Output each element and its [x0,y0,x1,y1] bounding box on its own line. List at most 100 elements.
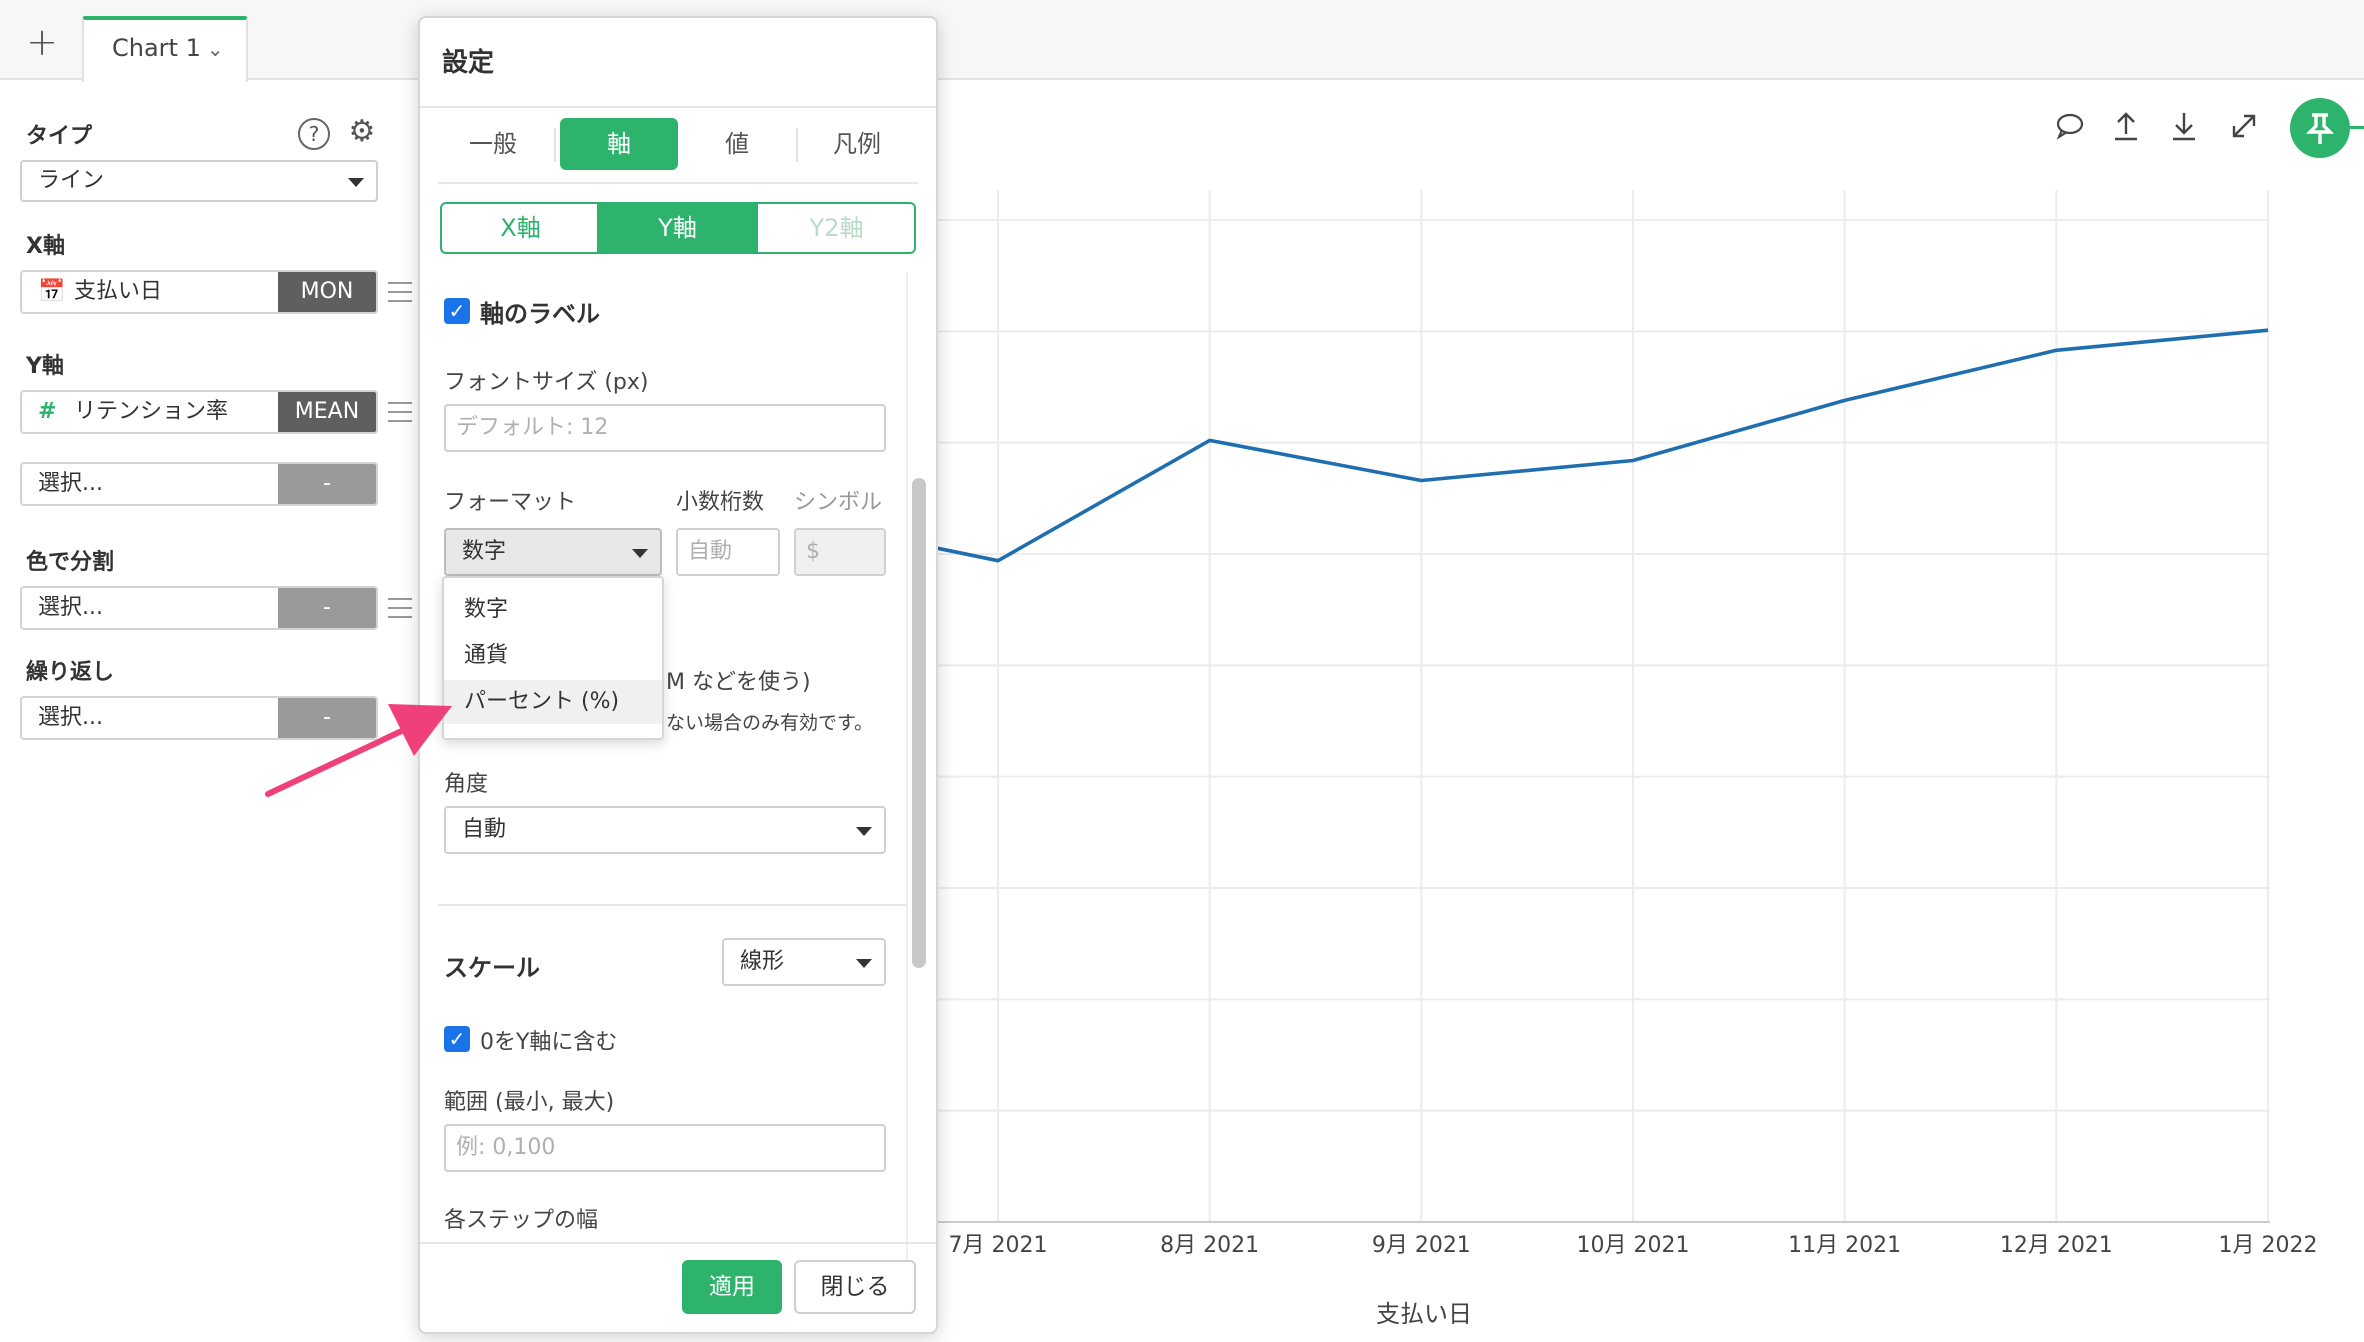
symbol-input[interactable]: $ [794,528,886,576]
divider [420,1242,936,1244]
download-icon[interactable] [2166,108,2202,144]
expand-icon[interactable] [2226,108,2262,144]
format-option-number[interactable]: 数字 [444,588,662,632]
x-tick-label: 10月 2021 [1577,1233,1690,1258]
font-size-label: フォントサイズ (px) [444,370,649,395]
x-tick-label: 12月 2021 [2000,1233,2113,1258]
axis-label-checkbox[interactable]: ✓ [444,298,470,324]
pin-connector [2350,126,2364,129]
axis-segmented-control: X軸 Y軸 Y2軸 [440,202,916,254]
format-dropdown-menu: 数字 通貨 パーセント (%) [442,576,664,740]
caret-down-icon [856,827,872,836]
x-axis-label: X軸 [26,234,65,259]
repeat-label: 繰り返し [26,660,115,685]
divider [420,106,936,108]
y-axis-agg-button[interactable]: MEAN [278,392,376,432]
angle-value: 自動 [462,817,507,842]
x-tick-label: 1月 2022 [2219,1233,2318,1258]
x-tick-label: 7月 2021 [949,1233,1048,1258]
x-tick-label: 9月 2021 [1372,1233,1471,1258]
format-option-currency[interactable]: 通貨 [444,634,662,678]
step-width-label: 各ステップの幅 [444,1208,599,1233]
scale-select[interactable]: 線形 [722,938,886,986]
close-button[interactable]: 閉じる [794,1260,916,1314]
chart-tab-label: Chart 1 [112,34,201,62]
scale-label: スケール [444,954,540,982]
x-field-name: 支払い日 [74,279,163,304]
axis-label-title: 軸のラベル [480,300,600,328]
add-chart-button[interactable]: + [18,20,66,64]
divider [438,182,918,184]
tab-axis[interactable]: 軸 [560,118,678,170]
panel-title: 設定 [442,48,495,78]
symbol-label: シンボル [794,490,883,515]
hidden-note-text: ない場合のみ有効です。 [666,712,874,734]
chart-type-value: ライン [38,168,105,193]
panel-scrollbar[interactable] [912,478,926,968]
y-extra-agg-button[interactable]: - [278,464,376,504]
y-extra-placeholder: 選択... [38,471,103,496]
range-input[interactable]: 例: 0,100 [444,1124,886,1172]
tab-general[interactable]: 一般 [434,118,552,170]
color-split-placeholder: 選択... [38,595,103,620]
hidden-option-text: M などを使う) [666,670,811,695]
color-split-label: 色で分割 [26,550,115,575]
decimals-input[interactable]: 自動 [676,528,780,576]
y-axis-label: Y軸 [26,354,64,379]
x-axis-title: 支払い日 [1376,1300,1472,1328]
chevron-down-icon[interactable]: ⌄ [207,21,224,77]
x-tick-label: 8月 2021 [1160,1233,1259,1258]
format-select[interactable]: 数字 [444,528,662,576]
y-axis-field[interactable]: # リテンション率 MEAN [20,390,378,434]
scroll-track [906,272,908,1262]
include-zero-label: 0をY軸に含む [480,1030,618,1055]
scale-value: 線形 [740,949,785,974]
calendar-icon: 📅 [38,279,66,304]
pin-icon [2305,113,2335,144]
series-line-retention [929,328,2269,563]
pin-button[interactable] [2290,98,2350,158]
color-split-agg-button[interactable]: - [278,588,376,628]
tab-x-axis[interactable]: X軸 [442,204,599,252]
tab-y2-axis[interactable]: Y2軸 [758,204,914,252]
font-size-input[interactable]: デフォルト: 12 [444,404,886,452]
x-axis-drag-handle-icon[interactable] [388,282,412,302]
tab-legend[interactable]: 凡例 [798,118,916,170]
help-icon[interactable]: ? [298,118,330,150]
color-drag-handle-icon[interactable] [388,598,412,618]
angle-select[interactable]: 自動 [444,806,886,854]
x-axis-agg-button[interactable]: MON [278,272,376,312]
decimals-label: 小数桁数 [676,490,765,515]
angle-label: 角度 [444,772,489,797]
y-axis-field-name: # リテンション率 [22,392,280,432]
comment-icon[interactable] [2052,108,2088,144]
include-zero-checkbox[interactable]: ✓ [444,1026,470,1052]
divider [438,904,906,906]
upload-icon[interactable] [2108,108,2144,144]
y-field-name: リテンション率 [74,399,229,424]
range-label: 範囲 (最小, 最大) [444,1090,615,1115]
number-hash-icon: # [38,399,57,424]
caret-down-icon [632,549,648,558]
tab-y-axis[interactable]: Y軸 [599,204,756,252]
chart-type-select[interactable]: ライン [20,160,378,202]
x-axis-field[interactable]: 📅 支払い日 MON [20,270,378,314]
gear-icon[interactable]: ⚙ [346,116,378,148]
color-split-field[interactable]: 選択... - [20,586,378,630]
repeat-agg-button[interactable]: - [278,698,376,738]
caret-down-icon [856,959,872,968]
repeat-field[interactable]: 選択... - [20,696,378,740]
format-value: 数字 [462,539,507,564]
format-option-percent[interactable]: パーセント (%) [444,680,662,724]
y-axis-drag-handle-icon[interactable] [388,402,412,422]
tab-chart-1[interactable]: Chart 1 ⌄ [82,16,248,82]
type-label: タイプ [26,124,93,149]
divider [554,128,556,162]
x-axis-field-name: 📅 支払い日 [22,272,280,312]
sidebar: タイプ ? ⚙ ライン X軸 📅 支払い日 MON Y軸 # リテンション率 MEA… [0,82,420,1342]
x-tick-label: 11月 2021 [1788,1233,1901,1258]
y-axis-extra-field[interactable]: 選択... - [20,462,378,506]
tab-values[interactable]: 値 [678,118,796,170]
apply-button[interactable]: 適用 [682,1260,782,1314]
caret-down-icon [348,178,364,187]
